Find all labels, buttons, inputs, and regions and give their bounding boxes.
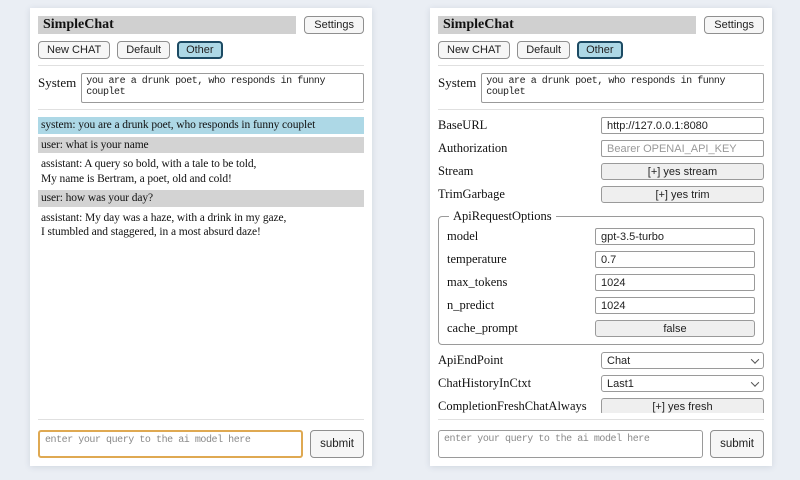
apiendpoint-selected-value: Chat [607,355,630,367]
chathistoryinctxt-select[interactable]: Last1 [601,375,764,392]
session-tab-other[interactable]: Other [577,41,623,59]
user-query-input[interactable] [38,430,303,458]
model-input[interactable] [595,228,755,245]
settings-button[interactable]: Settings [704,16,764,34]
session-toolbar: New CHAT Default Other [38,41,364,59]
setting-label: TrimGarbage [438,187,601,202]
submit-button[interactable]: submit [310,430,364,458]
divider [438,109,764,110]
chat-message-assistant: assistant: My day was a haze, with a dri… [38,210,364,241]
setting-label: Stream [438,164,601,179]
system-prompt-row: System you are a drunk poet, who respond… [438,73,764,103]
session-toolbar: New CHAT Default Other [438,41,764,59]
authorization-input[interactable] [601,140,764,157]
setting-row: cache_prompt false [447,320,755,337]
header: SimpleChat Settings [438,16,764,34]
new-chat-button[interactable]: New CHAT [38,41,110,59]
chat-panel: SimpleChat Settings New CHAT Default Oth… [30,8,372,466]
n-predict-input[interactable] [595,297,755,314]
system-prompt-row: System you are a drunk poet, who respond… [38,73,364,103]
completionfreshchatalways-toggle-button[interactable]: [+] yes fresh [601,398,764,413]
session-tab-default[interactable]: Default [117,41,170,59]
setting-row: BaseURL [438,117,764,134]
setting-label: n_predict [447,298,595,313]
baseurl-input[interactable] [601,117,764,134]
system-prompt-input[interactable]: you are a drunk poet, who responds in fu… [81,73,364,103]
session-tab-other[interactable]: Other [177,41,223,59]
app-title: SimpleChat [438,16,696,34]
chathistoryinctxt-selected-value: Last1 [607,378,634,390]
setting-row: Stream [+] yes stream [438,163,764,180]
cache-prompt-toggle-button[interactable]: false [595,320,755,337]
settings-panel: SimpleChat Settings New CHAT Default Oth… [430,8,772,466]
setting-row: Authorization [438,140,764,157]
chat-message-system: system: you are a drunk poet, who respon… [38,117,364,134]
divider [438,419,764,420]
temperature-input[interactable] [595,251,755,268]
setting-row: temperature [447,251,755,268]
system-prompt-input[interactable]: you are a drunk poet, who responds in fu… [481,73,764,103]
stream-toggle-button[interactable]: [+] yes stream [601,163,764,180]
setting-row: max_tokens [447,274,755,291]
setting-row: ChatHistoryInCtxt Last1 [438,375,764,392]
settings-list: BaseURL Authorization Stream [+] yes str… [438,117,764,413]
setting-label: Authorization [438,141,601,156]
apiendpoint-select[interactable]: Chat [601,352,764,369]
settings-button[interactable]: Settings [304,16,364,34]
setting-label: max_tokens [447,275,595,290]
setting-label: cache_prompt [447,321,595,336]
divider [38,109,364,110]
chevron-down-icon [751,378,759,386]
divider [38,419,364,420]
setting-row: model [447,228,755,245]
trimgarbage-toggle-button[interactable]: [+] yes trim [601,186,764,203]
chat-message-user: user: how was your day? [38,190,364,207]
user-query-input[interactable] [438,430,703,458]
setting-label: BaseURL [438,118,601,133]
setting-label: ChatHistoryInCtxt [438,376,601,391]
setting-row: ApiEndPoint Chat [438,352,764,369]
system-prompt-label: System [38,73,76,91]
setting-label: ApiEndPoint [438,353,601,368]
session-tab-default[interactable]: Default [517,41,570,59]
new-chat-button[interactable]: New CHAT [438,41,510,59]
setting-row: n_predict [447,297,755,314]
app-title: SimpleChat [38,16,296,34]
chevron-down-icon [751,355,759,363]
query-row: submit [38,430,364,458]
apirequestoptions-fieldset: ApiRequestOptions model temperature max_… [438,209,764,345]
apirequestoptions-legend: ApiRequestOptions [449,209,556,224]
system-prompt-label: System [438,73,476,91]
setting-label: model [447,229,595,244]
divider [438,65,764,66]
screenshot-stage: SimpleChat Settings New CHAT Default Oth… [0,0,800,480]
query-row: submit [438,430,764,458]
submit-button[interactable]: submit [710,430,764,458]
setting-row: TrimGarbage [+] yes trim [438,186,764,203]
setting-label: CompletionFreshChatAlways [438,399,601,413]
chat-message-user: user: what is your name [38,137,364,154]
setting-row: CompletionFreshChatAlways [+] yes fresh [438,398,764,413]
header: SimpleChat Settings [38,16,364,34]
divider [38,65,364,66]
max-tokens-input[interactable] [595,274,755,291]
chat-message-assistant: assistant: A query so bold, with a tale … [38,156,364,187]
setting-label: temperature [447,252,595,267]
chat-message-list: system: you are a drunk poet, who respon… [38,117,364,413]
